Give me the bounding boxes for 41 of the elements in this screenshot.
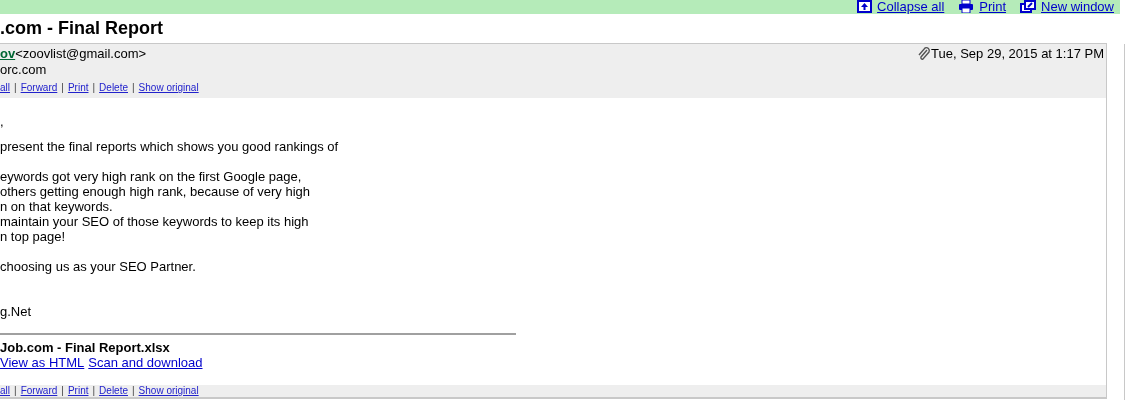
body-text: , (0, 114, 5, 129)
body-text: n top page! (0, 229, 67, 244)
attachment-link[interactable]: View as HTML (0, 355, 85, 370)
body-text: others getting enough high rank, because of very high (0, 184, 312, 199)
toolbar-link[interactable]: Print (979, 0, 1006, 14)
action-link[interactable]: Delete (99, 82, 128, 94)
separator: | (92, 82, 96, 94)
action-link[interactable]: all (0, 82, 10, 94)
action-link[interactable]: Print (67, 385, 89, 397)
action-link[interactable]: Forward (20, 385, 58, 397)
separator: | (132, 82, 135, 94)
action-link[interactable]: Show original (138, 82, 199, 94)
sender-email: <zoovlist@gmail.com> (15, 46, 147, 61)
recipient: orc.com (0, 62, 48, 78)
message-date: Tue, Sep 29, 2015 at 1:17 PM (931, 45, 1104, 62)
body-text: g.Net (0, 304, 33, 319)
attachment-name: Job.com - Final Report.xlsx (0, 340, 171, 355)
new-window-icon[interactable] (1020, 0, 1036, 13)
separator: | (61, 385, 64, 397)
attachment-link[interactable]: Scan and download (88, 355, 203, 370)
body-text: present the final reports which shows you good rankings of (0, 139, 340, 154)
body-text: choosing us as your SEO Partner. (0, 259, 197, 274)
body-text: maintain your SEO of those keywords to keep its high (0, 214, 310, 229)
action-link[interactable]: Delete (99, 385, 128, 397)
separator: | (14, 385, 17, 397)
scrollbar[interactable] (1124, 44, 1125, 400)
separator: | (132, 385, 135, 397)
action-link[interactable]: Print (67, 82, 89, 94)
action-link[interactable]: Forward (20, 82, 58, 94)
sender-name[interactable]: ov (0, 46, 16, 61)
separator: | (14, 82, 17, 94)
toolbar-link[interactable]: Collapse all (877, 0, 945, 14)
body-text: eywords got very high rank on the first Google page, (0, 169, 303, 184)
action-link[interactable]: Show original (138, 385, 199, 397)
toolbar-link[interactable]: New window (1041, 0, 1114, 14)
body-text: n on that keywords. (0, 199, 114, 214)
separator: | (92, 385, 96, 397)
separator: | (61, 82, 64, 94)
email-subject: .com - Final Report (0, 17, 164, 40)
action-link[interactable]: all (0, 385, 10, 397)
printer-icon[interactable] (958, 0, 975, 13)
